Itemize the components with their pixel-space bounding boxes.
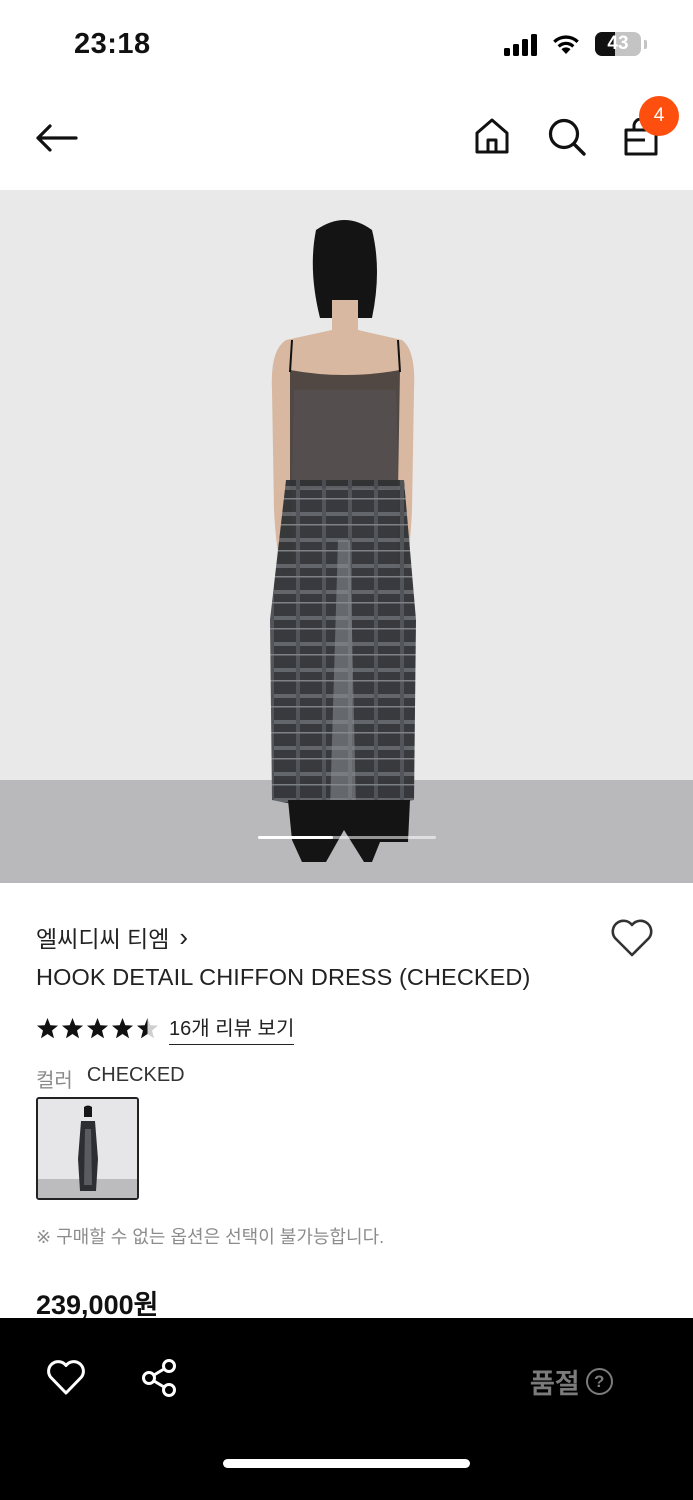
bottom-action-bar: 품절 ? (0, 1318, 693, 1500)
star-rating (36, 1017, 159, 1040)
share-button[interactable] (140, 1358, 180, 1400)
heart-icon (611, 919, 653, 957)
back-button[interactable] (30, 116, 82, 160)
brand-name: 엘씨디씨 티엠 (36, 926, 170, 952)
search-icon (548, 118, 586, 156)
home-icon (475, 118, 509, 154)
color-option-row: 컬러 CHECKED (36, 1064, 185, 1093)
star-full-icon (62, 1018, 83, 1039)
cellular-signal-icon (504, 32, 537, 56)
product-image[interactable] (0, 190, 693, 883)
back-arrow-icon (36, 124, 78, 152)
swatch-thumbnail (38, 1099, 137, 1198)
wishlist-button[interactable] (610, 918, 656, 962)
battery-cap (644, 39, 647, 49)
battery-percent: 43 (607, 33, 629, 54)
product-name: HOOK DETAIL CHIFFON DRESS (CHECKED) (36, 964, 531, 990)
top-nav (0, 90, 693, 190)
wifi-icon (553, 35, 579, 54)
star-half-icon (137, 1018, 158, 1039)
help-icon[interactable]: ? (585, 1368, 613, 1395)
carousel-indicator-active (258, 836, 333, 839)
chevron-right-icon: › (179, 922, 189, 952)
bottom-wishlist-button[interactable] (46, 1358, 88, 1400)
rating-row: 16개 리뷰 보기 (36, 1012, 295, 1045)
star-full-icon (37, 1018, 58, 1039)
battery-icon: 43 (595, 32, 641, 56)
color-value: CHECKED (86, 1064, 185, 1086)
price: 239,000원 (36, 1290, 159, 1320)
status-time: 23:18 (74, 28, 151, 60)
share-icon (142, 1359, 176, 1397)
star-full-icon (87, 1018, 108, 1039)
color-swatch-checked[interactable] (36, 1097, 139, 1200)
home-button[interactable] (470, 114, 514, 158)
status-bar: 23:18 43 (0, 0, 693, 90)
color-label: 컬러 (36, 1070, 73, 1092)
status-icons: 43 (504, 32, 647, 56)
soldout-status: 품절 ? (530, 1362, 613, 1401)
option-notice: ※ 구매할 수 없는 옵션은 선택이 불가능합니다. (36, 1227, 385, 1247)
brand-link[interactable]: 엘씨디씨 티엠 › (36, 920, 188, 954)
heart-icon (47, 1360, 85, 1395)
model-figure (270, 220, 416, 862)
carousel-indicator (258, 836, 436, 839)
cart-count-badge: 4 (639, 96, 679, 136)
star-full-icon (112, 1018, 133, 1039)
review-link[interactable]: 16개 리뷰 보기 (169, 1012, 295, 1045)
soldout-label: 품절 (530, 1369, 580, 1399)
home-indicator (223, 1459, 470, 1468)
search-button[interactable] (544, 114, 590, 160)
